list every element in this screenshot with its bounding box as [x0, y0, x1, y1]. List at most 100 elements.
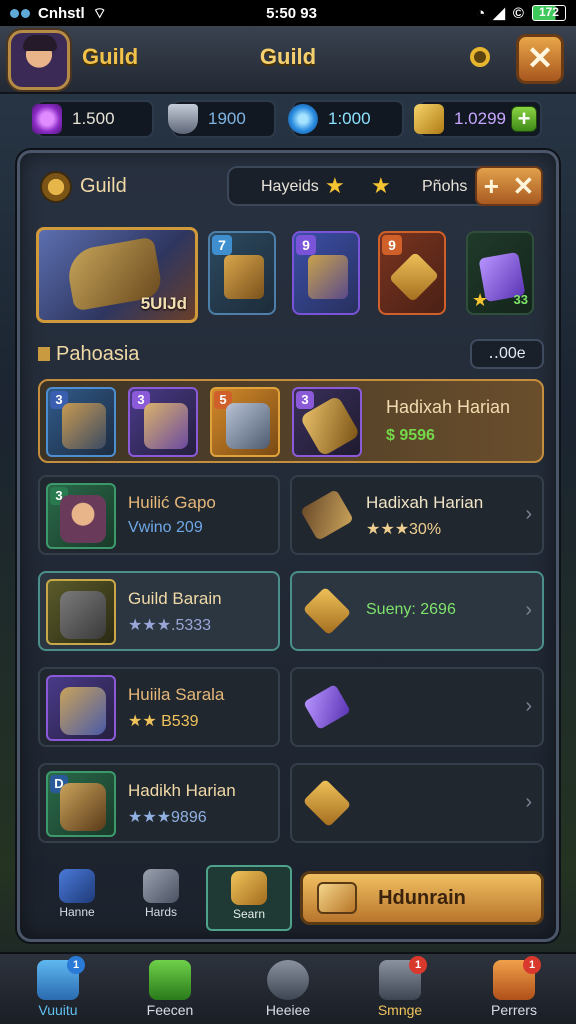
reward-card[interactable]: ★ 33 [466, 231, 534, 315]
member-card[interactable]: Guild Barain ★★★.5333 [38, 571, 280, 651]
guild-emblem-icon [40, 171, 72, 203]
clock: 5:50 93 [266, 4, 317, 22]
remove-button[interactable]: ✕ [512, 171, 534, 202]
nav-label: Vuuitu [38, 1002, 78, 1018]
nav-badge: 1 [409, 956, 427, 974]
unit-card[interactable]: 3 [128, 387, 198, 457]
nav-feecen[interactable]: Feecen [120, 958, 220, 1022]
resource-shields[interactable]: 1900 [168, 100, 276, 138]
gear-icon [226, 403, 270, 449]
list-item[interactable]: Guild Barain ★★★.5333 Sueny: 2696 › [38, 571, 544, 651]
nav-label: Perrers [491, 1002, 537, 1018]
panel-title: Guild [80, 175, 127, 197]
guild-panel: Guild Hayeids ★ ★ Pñohs + ✕ 5UIJd 7 9 9 … [17, 150, 559, 942]
chevron-right-icon: › [525, 503, 532, 525]
nav-smnge[interactable]: 1 Smnge [350, 956, 450, 1022]
shield-icon [59, 869, 95, 903]
bottom-nav: 1 Vuuitu Feecen Heeiee 1 Smnge 1 Perrers [0, 952, 576, 1024]
reward-card[interactable]: › [290, 763, 544, 843]
member-portrait [46, 675, 116, 741]
add-button[interactable]: + [484, 171, 499, 202]
home-icon: 1 [37, 956, 85, 1000]
gold-icon [414, 104, 444, 134]
crystal-icon [303, 683, 351, 731]
shield-icon [168, 104, 198, 134]
primary-action-button[interactable]: Hdunrain [300, 871, 544, 925]
shield-icon [60, 783, 106, 831]
hards-action-button[interactable]: Hards [126, 865, 196, 931]
nav-guild[interactable]: 1 Vuuitu [8, 956, 108, 1022]
member-portrait [46, 579, 116, 645]
member-stat: ★★ B539 [128, 713, 199, 730]
coin-icon[interactable] [470, 47, 490, 67]
notification-dots-icon [10, 8, 30, 18]
member-stat: Vwino 209 [128, 519, 203, 536]
close-button[interactable]: ✕ [516, 34, 564, 84]
resource-gold[interactable]: 1.0299 + [414, 100, 542, 138]
reward-card[interactable]: Sueny: 2696 › [290, 571, 544, 651]
reward-stat: Sueny: 2696 [366, 601, 456, 618]
alarm-icon: ◔ [476, 4, 486, 22]
gear-icon: 1 [379, 956, 427, 1000]
reward-card[interactable]: 9 [292, 231, 360, 315]
add-gold-button[interactable]: + [511, 106, 537, 132]
reward-stat: ★★★30% [366, 521, 442, 538]
chevron-right-icon: › [525, 791, 532, 813]
resource-gems[interactable]: 1.500 [32, 100, 154, 138]
gift-icon [317, 882, 357, 914]
member-card[interactable]: Huiila Sarala ★★ B539 [38, 667, 280, 747]
gem-icon [32, 104, 62, 134]
tab-pnohs[interactable]: Pñohs [422, 178, 467, 196]
search-action-button[interactable]: Searn [206, 865, 292, 931]
reward-card[interactable]: 7 [208, 231, 276, 315]
gold-value: 1.0299 [454, 109, 506, 128]
featured-hero-card[interactable]: 5UIJd [36, 227, 198, 323]
list-item[interactable]: Huiila Sarala ★★ B539 › [38, 667, 544, 747]
guild-title: Guild [82, 44, 139, 69]
reward-card[interactable]: › [290, 667, 544, 747]
helmet-icon [267, 960, 309, 1000]
chest-item-icon [388, 251, 440, 303]
star-icon: ★ [325, 173, 345, 198]
member-stat: ★★★.5333 [128, 617, 212, 634]
section-title-text: Pahoasia [56, 343, 140, 365]
member-portrait: 3 [46, 483, 116, 549]
reward-card[interactable]: Hadixah Harian ★★★30% › [290, 475, 544, 555]
member-card[interactable]: D Hadikh Harian ★★★9896 [38, 763, 280, 843]
battery-indicator: 172 [531, 5, 566, 21]
unit-card[interactable]: 3 [46, 387, 116, 457]
featured-label: 5UIJd [140, 294, 187, 313]
row-title: Hadixah Harian [386, 397, 511, 417]
level-badge: 9 [382, 235, 402, 255]
unit-card[interactable]: 3 [292, 387, 362, 457]
nav-heeiee[interactable]: Heeiee [238, 958, 338, 1022]
nav-perrers[interactable]: 1 Perrers [464, 956, 564, 1022]
gems-value: 1.500 [72, 109, 115, 128]
section-filter-button[interactable]: ‥00e [470, 339, 544, 369]
level-badge: 7 [212, 235, 232, 255]
knight-icon [62, 403, 106, 449]
list-item[interactable]: D Hadikh Harian ★★★9896 › [38, 763, 544, 843]
nav-label: Smnge [377, 1002, 423, 1018]
top-bar: Guild Guild ✕ [0, 26, 576, 94]
resource-orbs[interactable]: 1:000 [288, 100, 404, 138]
chest-icon [302, 586, 352, 636]
player-avatar[interactable] [8, 30, 70, 90]
level-badge: 3 [296, 391, 314, 409]
member-card[interactable]: 3 Huilić Gapo Vwino 209 [38, 475, 280, 555]
tab-hayeids[interactable]: Hayeids [261, 178, 319, 196]
home-action-button[interactable]: Hanne [42, 865, 112, 931]
level-badge: 9 [296, 235, 316, 255]
chest-icon [149, 960, 191, 1000]
chevron-right-icon: › [525, 695, 532, 717]
member-name: Guild Barain [128, 589, 222, 608]
reward-card[interactable]: 9 [378, 231, 446, 315]
robot-item-icon [308, 255, 348, 299]
carrier-label: Cnhstl [38, 4, 85, 22]
sword-icon [300, 489, 354, 541]
star-icon: ★ [472, 290, 489, 310]
nav-label: Heeiee [265, 1002, 311, 1018]
unit-card[interactable]: 5 [210, 387, 280, 457]
list-item[interactable]: 3 Huilić Gapo Vwino 209 Hadixah Harian ★… [38, 475, 544, 555]
featured-row[interactable]: 3 3 5 3 Hadixah Harian $ 9596 [38, 379, 544, 463]
